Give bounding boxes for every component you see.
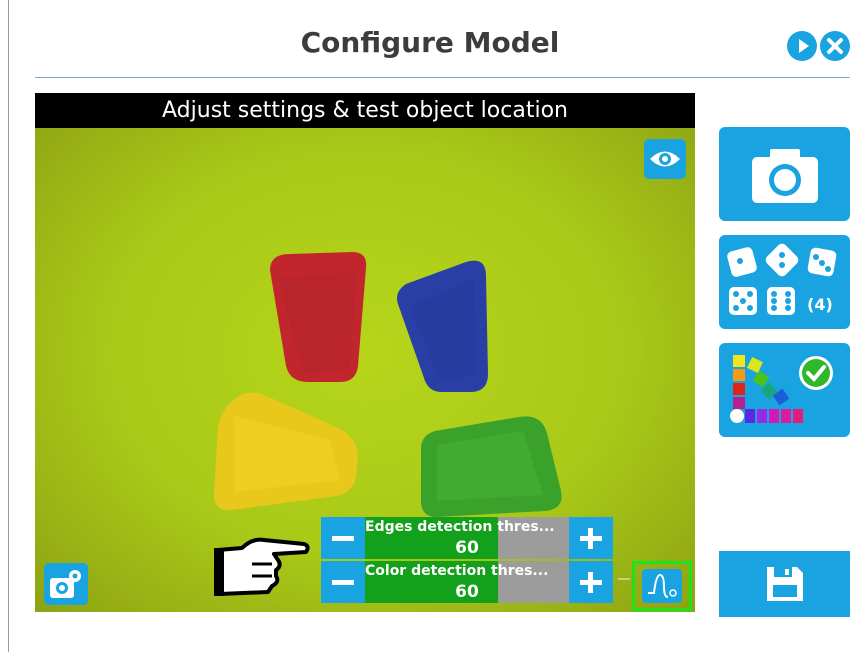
edges-threshold-label: Edges detection thres... xyxy=(365,519,555,535)
edges-increase-button[interactable] xyxy=(569,517,613,559)
eye-button[interactable] xyxy=(644,139,686,179)
color-threshold-track[interactable]: Color detection thres... 60 xyxy=(365,561,569,603)
edges-decrease-button[interactable] xyxy=(321,517,365,559)
green-piece xyxy=(421,416,562,517)
close-button[interactable] xyxy=(820,31,850,61)
dice-button[interactable]: (4) xyxy=(719,235,850,329)
yellow-piece xyxy=(214,392,358,511)
play-icon xyxy=(799,39,809,53)
red-piece xyxy=(270,252,367,382)
save-icon xyxy=(767,567,803,601)
close-icon xyxy=(827,38,843,54)
camera-icon xyxy=(752,149,818,203)
pointing-hand-icon xyxy=(214,537,310,596)
color-threshold-value: 60 xyxy=(455,582,479,602)
signal-settings-button[interactable] xyxy=(632,561,692,611)
waveform-icon xyxy=(648,573,677,598)
edges-threshold-value: 60 xyxy=(455,538,479,558)
camera-settings-icon xyxy=(50,570,81,598)
blue-piece xyxy=(397,260,488,392)
dice-count: (4) xyxy=(807,295,833,314)
capture-button[interactable] xyxy=(719,127,850,221)
edges-threshold-track[interactable]: Edges detection thres... 60 xyxy=(365,517,569,559)
title-divider xyxy=(35,77,850,78)
eye-icon xyxy=(650,151,680,167)
color-decrease-button[interactable] xyxy=(321,561,365,603)
color-model-button[interactable] xyxy=(719,343,850,437)
color-threshold-label: Color detection thres... xyxy=(365,563,549,579)
viewer-caption: Adjust settings & test object location xyxy=(35,93,695,128)
save-button[interactable] xyxy=(719,551,850,617)
page-title: Configure Model xyxy=(300,26,560,59)
camera-view[interactable]: Adjust settings & test object location E… xyxy=(35,93,695,612)
edges-threshold-slider[interactable]: Edges detection thres... 60 xyxy=(321,517,613,559)
color-palette-icon xyxy=(730,355,833,423)
play-button[interactable] xyxy=(787,31,817,61)
connector-dash xyxy=(618,578,630,580)
camera-settings-button[interactable] xyxy=(44,563,88,605)
color-increase-button[interactable] xyxy=(569,561,613,603)
color-threshold-slider[interactable]: Color detection thres... 60 xyxy=(321,561,613,603)
dice-icon xyxy=(727,243,837,315)
